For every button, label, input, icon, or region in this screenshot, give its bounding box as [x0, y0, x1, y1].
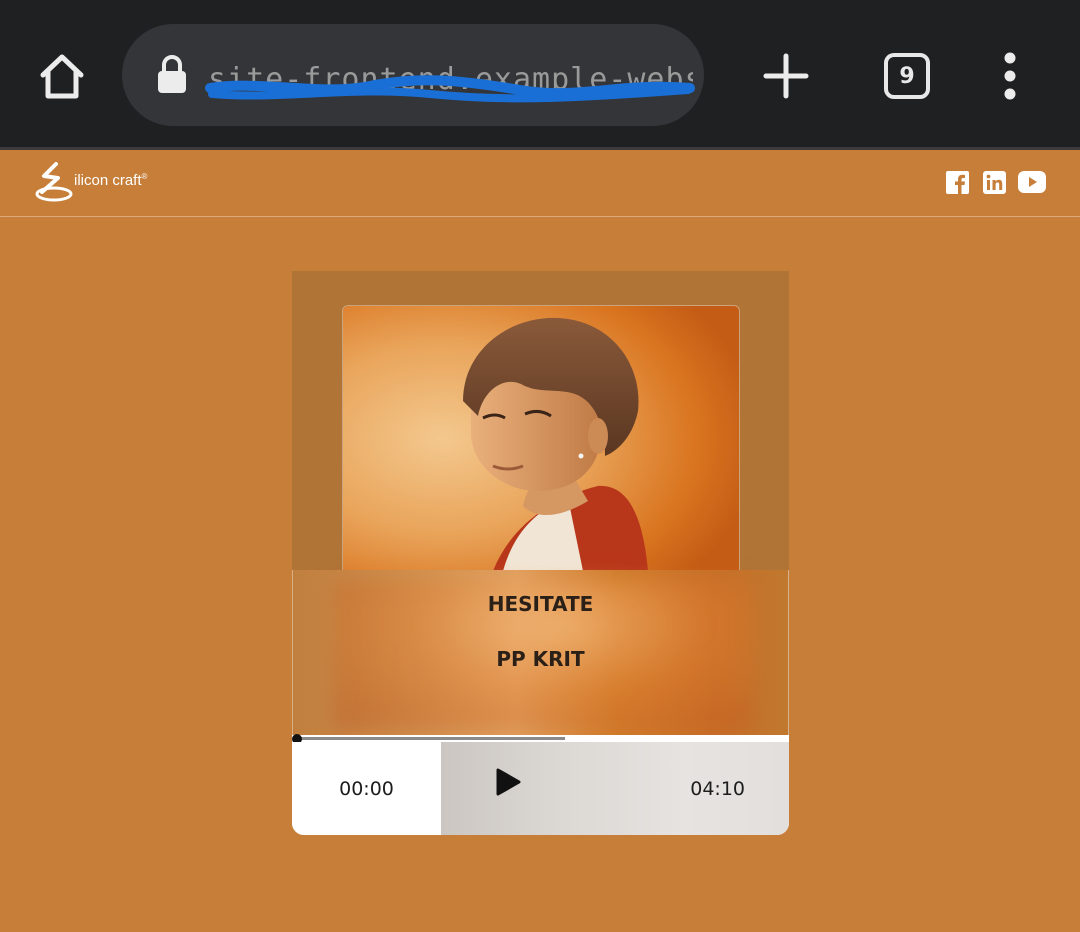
brand-name-text: ilicon craft [74, 172, 142, 189]
current-time: 00:00 [292, 742, 441, 835]
album-cover-illustration [343, 306, 739, 570]
player-controls: 00:00 04:10 [292, 742, 789, 835]
tab-switcher-button[interactable]: 9 [884, 53, 930, 99]
track-title: HESITATE [487, 592, 594, 616]
trademark-mark: ® [141, 172, 148, 181]
browser-toolbar: site-frontend.example-websites.net 9 [0, 0, 1080, 147]
redaction-scribble [205, 75, 695, 103]
controls-right-panel: 04:10 [441, 742, 789, 835]
progress-buffered [297, 737, 565, 740]
facebook-link[interactable] [946, 170, 969, 194]
track-artist: PP KRIT [496, 647, 585, 671]
home-button[interactable] [34, 48, 90, 104]
play-icon[interactable] [495, 768, 521, 796]
music-player-card: HESITATE PP KRIT 00:00 04:10 [292, 271, 789, 835]
new-tab-button[interactable] [760, 50, 812, 102]
brand-name: ilicon craft® [74, 172, 147, 189]
silicon-craft-logo-icon [35, 162, 73, 202]
kebab-menu-icon[interactable] [990, 50, 1030, 102]
linkedin-link[interactable] [983, 170, 1006, 194]
album-cover-image [342, 305, 740, 570]
linkedin-icon [983, 170, 1006, 194]
progress-bar[interactable] [292, 734, 789, 744]
home-icon [40, 54, 84, 99]
album-art-frame [292, 271, 789, 570]
brand-logo[interactable]: ilicon craft® [34, 162, 147, 202]
lock-icon [158, 55, 186, 93]
youtube-link[interactable] [1018, 170, 1046, 194]
youtube-icon [1018, 171, 1046, 193]
track-duration: 04:10 [690, 778, 745, 800]
site-header: ilicon craft® [0, 150, 1080, 217]
facebook-icon [946, 170, 969, 194]
